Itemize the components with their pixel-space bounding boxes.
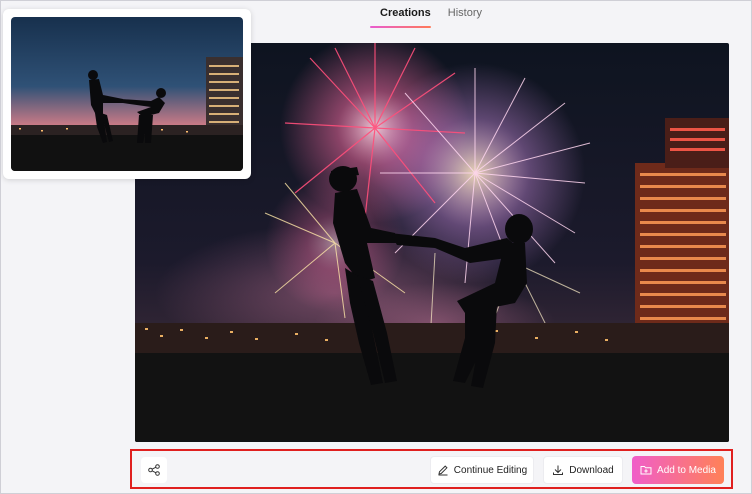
image-action-bar: Continue Editing Download Add to Media (130, 449, 733, 489)
download-button[interactable]: Download (543, 456, 623, 484)
sunset-couple-image (11, 17, 243, 171)
tab-creations-label: Creations (380, 7, 431, 19)
pencil-icon (438, 465, 448, 476)
source-thumbnail[interactable] (11, 17, 243, 171)
add-to-media-label: Add to Media (657, 464, 716, 476)
continue-editing-button[interactable]: Continue Editing (430, 456, 534, 484)
tab-history-label: History (447, 7, 482, 19)
continue-editing-label: Continue Editing (453, 464, 528, 476)
add-folder-icon (640, 466, 652, 475)
share-button[interactable] (141, 457, 167, 483)
download-label: Download (569, 464, 614, 476)
source-thumbnail-card (3, 9, 251, 179)
tab-bar: Creations History (360, 0, 500, 30)
download-icon (553, 465, 564, 475)
share-icon (148, 464, 160, 476)
active-tab-indicator (370, 26, 431, 28)
add-to-media-button[interactable]: Add to Media (632, 456, 724, 484)
tab-history[interactable]: History (448, 0, 500, 30)
